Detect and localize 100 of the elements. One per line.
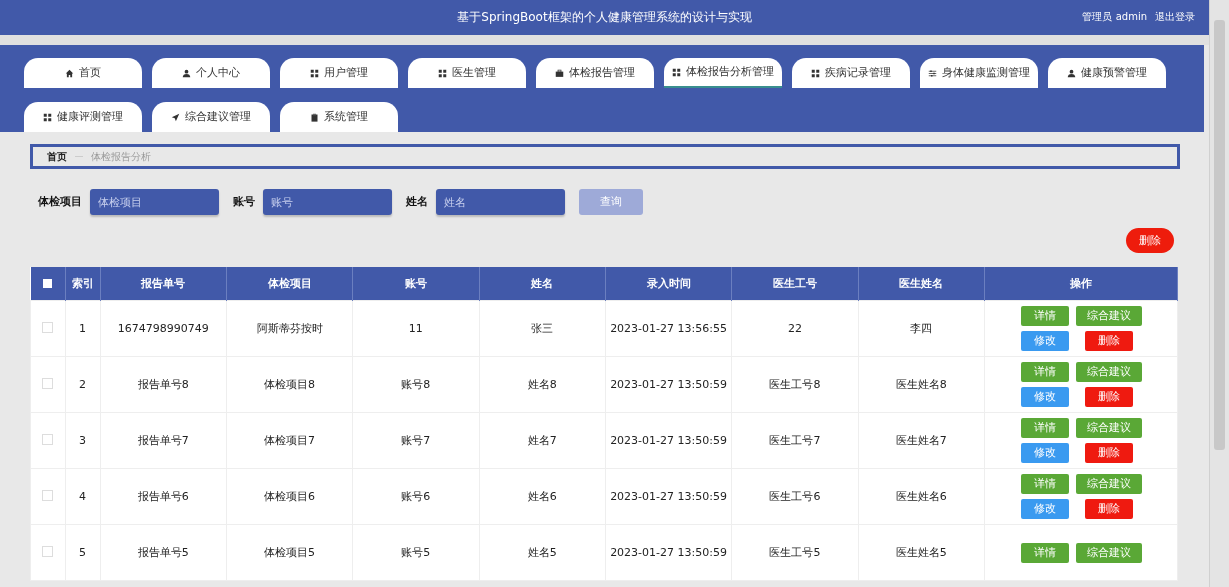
nav-tab[interactable]: 首页 <box>24 58 142 88</box>
table-cell: 姓名8 <box>479 356 606 413</box>
table-cell: 4 <box>65 468 100 525</box>
paper-plane-icon <box>171 112 180 122</box>
column-header: 账号 <box>352 267 480 301</box>
edit-button[interactable]: 修改 <box>1020 331 1069 351</box>
table-cell: 报告单号5 <box>100 524 227 581</box>
clipboard-icon <box>310 112 319 122</box>
table-cell: 体检项目8 <box>226 356 353 413</box>
query-button[interactable]: 查询 <box>579 189 643 215</box>
table-cell: 22 <box>731 300 859 357</box>
table-cell: 医生工号6 <box>731 468 859 525</box>
table-cell: 2023-01-27 13:50:59 <box>605 356 732 413</box>
table-cell: 2023-01-27 13:50:59 <box>605 468 732 525</box>
table-cell: 2023-01-27 13:50:59 <box>605 412 732 469</box>
table-cell: 账号8 <box>352 356 480 413</box>
table-cell: 2 <box>65 356 100 413</box>
grid-icon <box>811 68 820 78</box>
field-label: 体检项目 <box>38 195 82 209</box>
table-cell: 账号6 <box>352 468 480 525</box>
breadcrumb-link[interactable]: 体检报告分析 <box>91 149 151 164</box>
table-cell: 张三 <box>479 300 606 357</box>
search-field[interactable]: 体检项目 <box>90 189 219 215</box>
row-checkbox[interactable] <box>42 377 54 389</box>
table-cell: 报告单号6 <box>100 468 227 525</box>
grid-icon <box>672 67 681 77</box>
nav-tab[interactable]: 身体健康监测管理 <box>920 58 1038 88</box>
details-button[interactable]: 详情 <box>1020 306 1069 326</box>
table-cell: 姓名7 <box>479 412 606 469</box>
advice-button[interactable]: 综合建议 <box>1075 362 1142 382</box>
briefcase-icon <box>555 68 564 78</box>
nav-tab[interactable]: 体检报告管理 <box>536 58 654 88</box>
table-cell: 报告单号7 <box>100 412 227 469</box>
nav-tab[interactable]: 医生管理 <box>408 58 526 88</box>
table-cell: 体检项目5 <box>226 524 353 581</box>
nav-tab[interactable]: 体检报告分析管理 <box>664 58 782 88</box>
nav-tab[interactable]: 用户管理 <box>280 58 398 88</box>
delete-button[interactable]: 删除 <box>1084 387 1133 407</box>
row-checkbox[interactable] <box>42 489 54 501</box>
site-title: 基于SpringBoot框架的个人健康管理系统的设计与实现 <box>457 9 752 26</box>
breadcrumb-link[interactable]: 首页 <box>47 149 67 164</box>
column-header: 索引 <box>65 267 100 301</box>
table-cell: 李四 <box>858 300 985 357</box>
details-button[interactable]: 详情 <box>1020 418 1069 438</box>
user-icon <box>182 68 191 78</box>
column-header: 姓名 <box>479 267 606 301</box>
delete-button[interactable]: 删除 <box>1084 443 1133 463</box>
advice-button[interactable]: 综合建议 <box>1075 474 1142 494</box>
nav-tab[interactable]: 疾病记录管理 <box>792 58 910 88</box>
nav-tab[interactable]: 健康评测管理 <box>24 102 142 132</box>
table-cell: 医生姓名6 <box>858 468 985 525</box>
table-cell: 医生工号7 <box>731 412 859 469</box>
edit-button[interactable]: 修改 <box>1020 387 1069 407</box>
details-button[interactable]: 详情 <box>1020 362 1069 382</box>
advice-button[interactable]: 综合建议 <box>1075 542 1142 563</box>
column-header: 医生工号 <box>731 267 859 301</box>
delete-button[interactable]: 删除 <box>1084 331 1133 351</box>
row-checkbox[interactable] <box>42 433 54 445</box>
column-header: 医生姓名 <box>858 267 985 301</box>
edit-button[interactable]: 修改 <box>1020 499 1069 519</box>
table-cell: 医生姓名8 <box>858 356 985 413</box>
table-cell: 账号5 <box>352 524 480 581</box>
nav-tab[interactable]: 综合建议管理 <box>152 102 270 132</box>
row-checkbox[interactable] <box>42 545 54 557</box>
column-header: 报告单号 <box>100 267 227 301</box>
scrollbar[interactable] <box>1209 0 1229 587</box>
advice-button[interactable]: 综合建议 <box>1075 306 1142 326</box>
table-cell: 姓名5 <box>479 524 606 581</box>
delete-button[interactable]: 删除 <box>1126 228 1174 253</box>
field-label: 账号 <box>233 195 255 209</box>
details-button[interactable]: 详情 <box>1020 474 1069 494</box>
logout-link[interactable]: 退出登录 <box>1155 10 1195 24</box>
nav-tab[interactable]: 健康预警管理 <box>1048 58 1166 88</box>
table-cell: 医生姓名5 <box>858 524 985 581</box>
table-cell: 姓名6 <box>479 468 606 525</box>
table-cell: 医生工号5 <box>731 524 859 581</box>
nav-tab[interactable]: 个人中心 <box>152 58 270 88</box>
nav-tab[interactable]: 系统管理 <box>280 102 398 132</box>
table-cell: 体检项目7 <box>226 412 353 469</box>
edit-button[interactable]: 修改 <box>1020 443 1069 463</box>
column-header: 录入时间 <box>605 267 732 301</box>
user-label: 管理员 admin <box>1082 10 1147 24</box>
search-field[interactable]: 姓名 <box>436 189 565 215</box>
details-button[interactable]: 详情 <box>1020 542 1069 563</box>
table-cell: 1674798990749 <box>100 300 227 357</box>
column-header: 操作 <box>984 267 1178 301</box>
table-cell: 11 <box>352 300 480 357</box>
table-cell: 体检项目6 <box>226 468 353 525</box>
grid-icon <box>43 112 52 122</box>
advice-button[interactable]: 综合建议 <box>1075 418 1142 438</box>
table-cell: 报告单号8 <box>100 356 227 413</box>
delete-button[interactable]: 删除 <box>1084 499 1133 519</box>
grid-icon <box>438 68 447 78</box>
row-checkbox[interactable] <box>42 321 54 333</box>
table-cell: 医生姓名7 <box>858 412 985 469</box>
search-field[interactable]: 账号 <box>263 189 392 215</box>
user-icon <box>1067 68 1076 78</box>
select-all-checkbox[interactable] <box>43 278 52 288</box>
table-cell: 2023-01-27 13:56:55 <box>605 300 732 357</box>
column-header: 体检项目 <box>226 267 353 301</box>
